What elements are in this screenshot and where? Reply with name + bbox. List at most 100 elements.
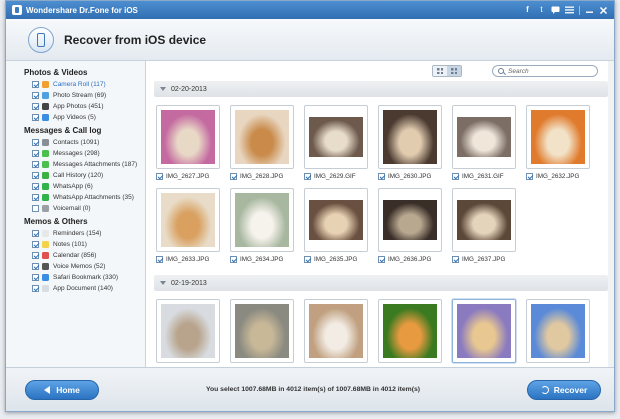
- photo-checkbox[interactable]: [452, 256, 459, 263]
- category-checkbox[interactable]: [32, 285, 39, 292]
- thumbnail-view-button[interactable]: [433, 66, 447, 76]
- sidebar-item[interactable]: Camera Roll (117): [6, 79, 145, 90]
- photo-label: IMG_2633.JPG: [156, 256, 220, 263]
- sidebar-item[interactable]: App Videos (5): [6, 112, 145, 123]
- category-checkbox[interactable]: [32, 205, 39, 212]
- category-checkbox[interactable]: [32, 252, 39, 259]
- photo-checkbox[interactable]: [230, 173, 237, 180]
- category-checkbox[interactable]: [32, 81, 39, 88]
- photo-checkbox[interactable]: [230, 256, 237, 263]
- photo-item[interactable]: IMG_2631.GIF: [452, 105, 516, 180]
- category-checkbox[interactable]: [32, 114, 39, 121]
- photo-item[interactable]: [378, 299, 442, 363]
- photo-thumbnail[interactable]: [156, 188, 220, 252]
- category-checkbox[interactable]: [32, 263, 39, 270]
- photo-checkbox[interactable]: [378, 256, 385, 263]
- photo-thumbnail[interactable]: [304, 105, 368, 169]
- date-group-header[interactable]: 02-19-2013: [154, 275, 608, 291]
- photo-item[interactable]: [452, 299, 516, 363]
- photo-item[interactable]: IMG_2635.JPG: [304, 188, 368, 263]
- photo-item[interactable]: [304, 299, 368, 363]
- facebook-icon[interactable]: f: [523, 6, 532, 15]
- photo-thumbnail[interactable]: [156, 299, 220, 363]
- sidebar-item[interactable]: Calendar (856): [6, 250, 145, 261]
- date-group-header[interactable]: 02-20-2013: [154, 81, 608, 97]
- close-icon[interactable]: [599, 6, 608, 15]
- chat-icon[interactable]: [551, 6, 560, 15]
- photo-item[interactable]: IMG_2636.JPG: [378, 188, 442, 263]
- category-checkbox[interactable]: [32, 139, 39, 146]
- photo-thumbnail[interactable]: [378, 105, 442, 169]
- title-bar: Wondershare Dr.Fone for iOS f t: [6, 1, 614, 19]
- photo-thumbnail[interactable]: [230, 188, 294, 252]
- photo-thumbnail[interactable]: [378, 188, 442, 252]
- sidebar-item[interactable]: Messages (298): [6, 148, 145, 159]
- category-checkbox[interactable]: [32, 172, 39, 179]
- sidebar-item[interactable]: Voice Memos (52): [6, 261, 145, 272]
- photo-item[interactable]: [230, 299, 294, 363]
- recover-icon: [540, 385, 549, 394]
- photo-item[interactable]: IMG_2627.JPG: [156, 105, 220, 180]
- minimize-icon[interactable]: [585, 6, 594, 15]
- photo-checkbox[interactable]: [156, 173, 163, 180]
- category-checkbox[interactable]: [32, 150, 39, 157]
- photo-thumbnail[interactable]: [230, 299, 294, 363]
- photo-image: [235, 193, 289, 247]
- category-checkbox[interactable]: [32, 161, 39, 168]
- photo-thumbnail[interactable]: [452, 105, 516, 169]
- sidebar-item[interactable]: Voicemail (0): [6, 203, 145, 214]
- sidebar-item[interactable]: Call History (120): [6, 170, 145, 181]
- photo-thumbnail[interactable]: [452, 299, 516, 363]
- photo-checkbox[interactable]: [156, 256, 163, 263]
- sidebar-item[interactable]: Messages Attachments (187): [6, 159, 145, 170]
- category-checkbox[interactable]: [32, 241, 39, 248]
- sidebar-item[interactable]: Reminders (154): [6, 228, 145, 239]
- sidebar-item[interactable]: App Document (140): [6, 283, 145, 294]
- search-input[interactable]: [508, 67, 588, 75]
- photo-item[interactable]: IMG_2632.JPG: [526, 105, 590, 180]
- photo-image: [161, 110, 215, 164]
- photo-item[interactable]: IMG_2637.JPG: [452, 188, 516, 263]
- photo-thumbnail[interactable]: [378, 299, 442, 363]
- sidebar-item[interactable]: Photo Stream (69): [6, 90, 145, 101]
- category-checkbox[interactable]: [32, 183, 39, 190]
- sidebar-item-label: Reminders (154): [53, 230, 102, 237]
- photo-thumbnail[interactable]: [230, 105, 294, 169]
- photo-item[interactable]: [526, 299, 590, 363]
- photo-thumbnail[interactable]: [526, 105, 590, 169]
- category-checkbox[interactable]: [32, 194, 39, 201]
- photo-item[interactable]: IMG_2630.JPG: [378, 105, 442, 180]
- home-button[interactable]: Home: [25, 379, 99, 400]
- category-checkbox[interactable]: [32, 274, 39, 281]
- menu-icon[interactable]: [565, 6, 574, 15]
- photo-item[interactable]: IMG_2629.GIF: [304, 105, 368, 180]
- category-checkbox[interactable]: [32, 92, 39, 99]
- photo-checkbox[interactable]: [526, 173, 533, 180]
- photo-item[interactable]: [156, 299, 220, 363]
- photo-thumbnail[interactable]: [156, 105, 220, 169]
- sidebar-item[interactable]: Safari Bookmark (330): [6, 272, 145, 283]
- photo-thumbnail[interactable]: [304, 188, 368, 252]
- sidebar-item[interactable]: WhatsApp (6): [6, 181, 145, 192]
- photo-checkbox[interactable]: [452, 173, 459, 180]
- category-checkbox[interactable]: [32, 103, 39, 110]
- sidebar-item[interactable]: Notes (101): [6, 239, 145, 250]
- large-thumbnail-view-button[interactable]: [447, 66, 461, 76]
- photo-thumbnail[interactable]: [304, 299, 368, 363]
- photo-thumbnail[interactable]: [452, 188, 516, 252]
- recover-button[interactable]: Recover: [526, 379, 601, 400]
- photo-checkbox[interactable]: [304, 173, 311, 180]
- category-checkbox[interactable]: [32, 230, 39, 237]
- photo-item[interactable]: IMG_2633.JPG: [156, 188, 220, 263]
- photo-checkbox[interactable]: [304, 256, 311, 263]
- photo-thumbnail[interactable]: [526, 299, 590, 363]
- sidebar-item[interactable]: WhatsApp Attachments (35): [6, 192, 145, 203]
- safari-icon: [42, 274, 49, 281]
- twitter-icon[interactable]: t: [537, 6, 546, 15]
- vertical-scrollbar[interactable]: [608, 61, 614, 367]
- photo-item[interactable]: IMG_2628.JPG: [230, 105, 294, 180]
- photo-item[interactable]: IMG_2634.JPG: [230, 188, 294, 263]
- sidebar-item[interactable]: App Photos (451): [6, 101, 145, 112]
- sidebar-item[interactable]: Contacts (1091): [6, 137, 145, 148]
- photo-checkbox[interactable]: [378, 173, 385, 180]
